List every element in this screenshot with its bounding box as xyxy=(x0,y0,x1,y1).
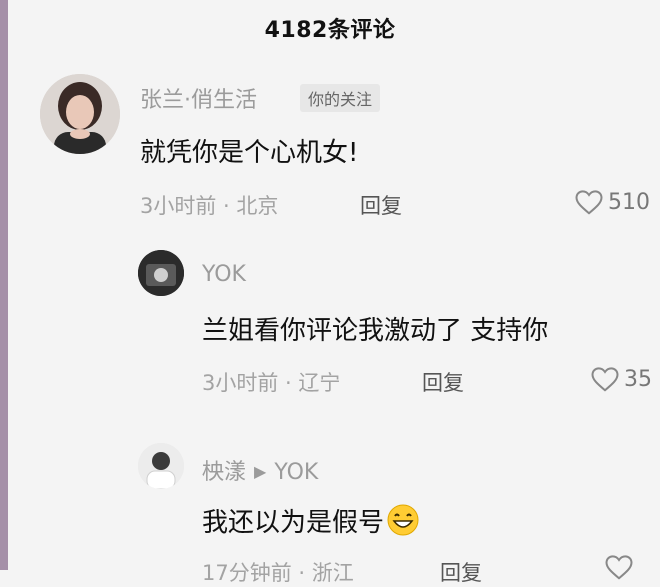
avatar[interactable] xyxy=(40,74,120,154)
heart-outline-icon xyxy=(605,555,633,580)
comment-author-name[interactable]: YOK xyxy=(202,262,246,287)
like-count: 35 xyxy=(624,366,652,392)
like-button[interactable]: 510 xyxy=(574,188,650,216)
comment-count-title: 4182条评论 xyxy=(264,18,396,43)
heart-outline-icon xyxy=(591,367,619,392)
triangle-right-icon: ▶ xyxy=(254,462,267,481)
following-badge: 你的关注 xyxy=(300,84,381,112)
avatar-image xyxy=(138,443,184,489)
comment-author-line: 柍漾 ▶ YOK xyxy=(202,454,318,486)
comment-text: 兰姐看你评论我激动了 支持你 xyxy=(202,316,549,346)
comment-text: 就凭你是个心机女! xyxy=(140,138,359,168)
comment-time-location: 3小时前 · 辽宁 xyxy=(202,371,341,395)
heart-outline-icon xyxy=(575,190,603,215)
window-edge xyxy=(0,0,8,570)
avatar[interactable] xyxy=(138,250,184,296)
like-button[interactable] xyxy=(604,553,638,581)
like-button[interactable]: 35 xyxy=(590,365,652,393)
like-count: 510 xyxy=(608,189,650,215)
comment-author-name[interactable]: 张兰·俏生活 xyxy=(140,82,257,114)
reply-to-name[interactable]: YOK xyxy=(274,460,318,485)
reply-button[interactable]: 回复 xyxy=(360,190,402,220)
avatar-image xyxy=(138,250,184,296)
reply-button[interactable]: 回复 xyxy=(440,557,482,587)
avatar[interactable] xyxy=(138,443,184,489)
grinning-face-emoji xyxy=(387,504,419,536)
comment-time-location: 17分钟前 · 浙江 xyxy=(202,561,354,585)
comment-time-location: 3小时前 · 北京 xyxy=(140,194,279,218)
reply-button[interactable]: 回复 xyxy=(422,367,464,397)
comment-text-line: 我还以为是假号 xyxy=(202,502,420,539)
comment-text: 我还以为是假号 xyxy=(202,508,385,538)
avatar-portrait-image xyxy=(40,74,120,154)
comment-author-name[interactable]: 柍漾 xyxy=(202,460,246,485)
